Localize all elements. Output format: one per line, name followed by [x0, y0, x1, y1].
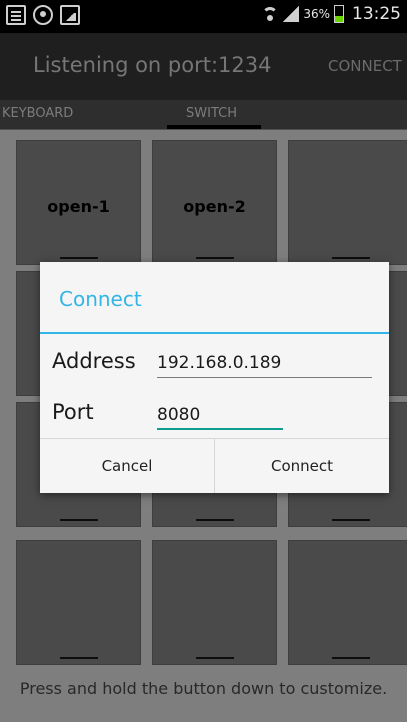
- battery-percent: 36%: [303, 7, 330, 21]
- dialog-title-divider: [40, 332, 389, 334]
- switch-button-label: open-1: [47, 197, 110, 216]
- switch-button[interactable]: open-1: [16, 140, 141, 265]
- switch-button[interactable]: [288, 140, 407, 265]
- tab-keyboard[interactable]: KEYBOARD: [2, 106, 73, 121]
- signal-icon: [283, 6, 300, 22]
- battery-icon: [334, 5, 344, 23]
- tab-bar: KEYBOARD SWITCH: [0, 100, 407, 130]
- switch-indicator-line: [196, 257, 234, 259]
- clock: 13:25: [352, 4, 401, 24]
- connect-action-button[interactable]: CONNECT: [328, 57, 402, 75]
- switch-indicator-line: [332, 519, 370, 521]
- port-input[interactable]: 8080: [157, 405, 283, 430]
- customize-hint: Press and hold the button down to custom…: [0, 675, 407, 722]
- document-icon: [6, 5, 26, 25]
- cancel-button[interactable]: Cancel: [40, 439, 215, 493]
- tab-indicator: [167, 125, 261, 129]
- user-icon: [33, 5, 53, 25]
- status-bar: 36% 13:25: [0, 0, 407, 33]
- switch-button[interactable]: [288, 540, 407, 665]
- wifi-icon: [261, 5, 279, 23]
- switch-indicator-line: [196, 657, 234, 659]
- switch-button[interactable]: open-2: [152, 140, 277, 265]
- system-indicators: 36% 13:25: [261, 4, 401, 24]
- switch-indicator-line: [60, 519, 98, 521]
- action-bar: Listening on port:1234 CONNECT: [0, 33, 407, 100]
- dialog-button-bar: Cancel Connect: [40, 438, 389, 493]
- connect-dialog: Connect Address 192.168.0.189 Port 8080 …: [40, 262, 389, 493]
- notification-icons: [6, 5, 80, 25]
- address-label: Address: [52, 349, 136, 373]
- switch-indicator-line: [332, 657, 370, 659]
- image-icon: [60, 5, 80, 25]
- switch-indicator-line: [60, 257, 98, 259]
- switch-indicator-line: [332, 257, 370, 259]
- switch-button-label: open-2: [183, 197, 246, 216]
- address-input[interactable]: 192.168.0.189: [157, 353, 372, 378]
- port-label: Port: [52, 400, 94, 424]
- switch-indicator-line: [196, 519, 234, 521]
- switch-button[interactable]: [152, 540, 277, 665]
- tab-switch[interactable]: SWITCH: [186, 106, 237, 121]
- app-title: Listening on port:1234: [33, 53, 272, 77]
- switch-indicator-line: [60, 657, 98, 659]
- dialog-title: Connect: [59, 287, 142, 311]
- connect-button[interactable]: Connect: [215, 439, 389, 493]
- switch-button[interactable]: [16, 540, 141, 665]
